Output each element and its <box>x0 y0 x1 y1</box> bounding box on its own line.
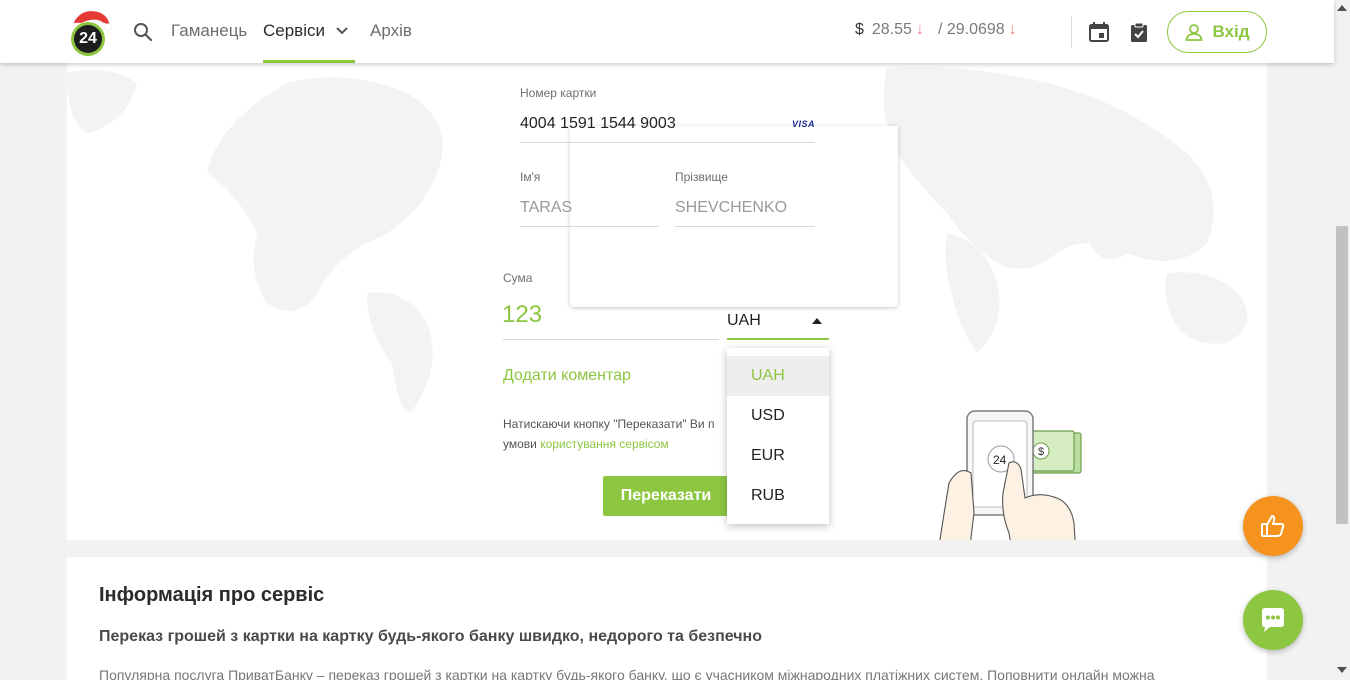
currency-option-uah[interactable]: UAH <box>727 356 829 396</box>
clipboard-check-icon[interactable] <box>1128 21 1150 43</box>
transfer-panel: $ 24 <box>67 63 1267 540</box>
scrollbar-thumb[interactable] <box>1336 226 1348 524</box>
add-comment-link[interactable]: Додати коментар <box>503 367 631 385</box>
info-paragraph: Популярна послуга ПриватБанку – переказ … <box>99 667 1155 680</box>
header-divider <box>1071 16 1072 48</box>
card-number-underline <box>520 142 815 143</box>
bill-dollar-text: $ <box>1038 446 1044 458</box>
amount-underline <box>503 339 719 340</box>
exchange-rates: $28.55 ↓/ 29.0698 ↓ <box>855 21 1017 39</box>
currency-selected-value: UAH <box>727 312 761 329</box>
terms-line-2: умови користування сервісом <box>503 434 714 454</box>
user-icon <box>1186 24 1203 41</box>
service-info-section: Інформація про сервіс Переказ грошей з к… <box>67 557 1267 680</box>
currency-option-rub[interactable]: RUB <box>727 476 829 516</box>
last-name-label: Прізвище <box>675 170 728 184</box>
logo-text: 24 <box>79 30 97 47</box>
last-name-input[interactable]: SHEVCHENKO <box>675 199 787 217</box>
info-subtitle: Переказ грошей з картки на картку будь-я… <box>99 628 762 645</box>
scroll-up-arrow-icon[interactable] <box>1336 4 1348 12</box>
amount-input[interactable]: 123 <box>502 301 542 329</box>
first-name-label: Ім'я <box>520 170 541 184</box>
first-name-input[interactable]: TARAS <box>520 199 572 217</box>
phone-logo-text: 24 <box>993 453 1007 467</box>
info-title: Інформація про сервіс <box>99 584 325 606</box>
transfer-button[interactable]: Переказати <box>603 476 729 516</box>
active-nav-indicator <box>263 60 355 63</box>
rate-buy: 28.55 <box>871 21 912 38</box>
terms-line-1: Натискаючи кнопку "Переказати" Ви п <box>503 417 715 431</box>
card-number-label: Номер картки <box>520 86 597 100</box>
currency-select[interactable]: UAH <box>727 308 829 340</box>
last-name-underline <box>675 226 815 227</box>
first-name-underline <box>520 226 659 227</box>
privat24-logo[interactable]: 24 <box>68 6 112 58</box>
login-label: Вхід <box>1212 22 1250 41</box>
rate-sell: / 29.0698 <box>937 21 1005 38</box>
terms-notice: Натискаючи кнопку "Переказати" Ви п умов… <box>503 414 714 454</box>
nav-services[interactable]: Сервіси <box>263 21 325 41</box>
rate-currency-symbol: $ <box>855 21 864 38</box>
thumbs-up-icon <box>1261 515 1285 537</box>
chat-bubble-icon <box>1262 608 1284 632</box>
search-icon[interactable] <box>131 20 155 44</box>
nav-wallet[interactable]: Гаманець <box>171 21 247 41</box>
currency-dropdown: UAH USD EUR RUB <box>727 348 829 524</box>
currency-option-eur[interactable]: EUR <box>727 436 829 476</box>
terms-of-service-link[interactable]: користування сервісом <box>540 437 669 451</box>
chevron-down-icon[interactable] <box>333 22 351 40</box>
currency-option-usd[interactable]: USD <box>727 396 829 436</box>
calendar-icon[interactable] <box>1088 21 1110 43</box>
amount-label: Сума <box>503 271 533 285</box>
feedback-like-button[interactable] <box>1243 496 1303 556</box>
phone-payment-illustration: $ 24 <box>939 410 1082 540</box>
arrow-down-icon: ↓ <box>1008 21 1017 38</box>
card-number-input[interactable]: 4004 1591 1544 9003 <box>520 115 676 133</box>
scroll-down-arrow-icon[interactable] <box>1336 666 1348 674</box>
terms-prefix: умови <box>503 437 541 451</box>
caret-up-icon <box>812 318 822 324</box>
nav-archive[interactable]: Архів <box>370 21 412 41</box>
top-bar: 24 Гаманець Сервіси Архів $28.55 ↓/ 29.06… <box>0 0 1334 63</box>
visa-icon: VISA <box>792 119 816 129</box>
arrow-down-icon: ↓ <box>915 21 924 38</box>
chat-button[interactable] <box>1243 590 1303 650</box>
login-button[interactable]: Вхід <box>1167 11 1267 53</box>
